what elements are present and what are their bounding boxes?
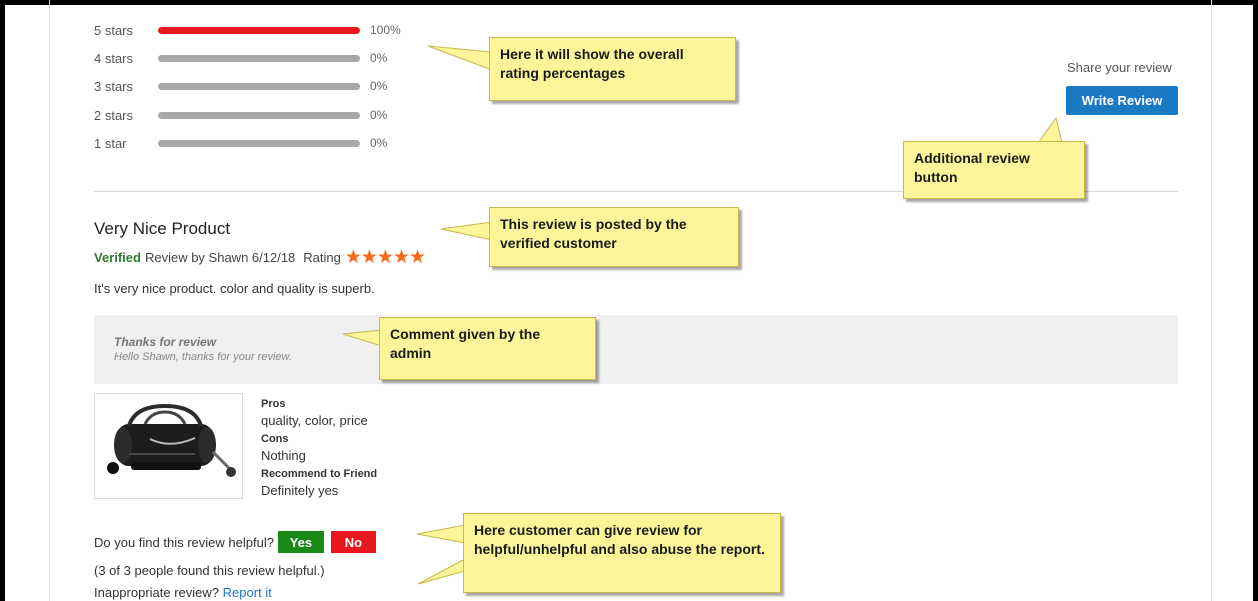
- content-boundary-right: [1211, 0, 1212, 601]
- helpful-no-button[interactable]: No: [330, 531, 376, 553]
- pros-value: quality, color, price: [261, 413, 368, 428]
- rating-row-1: 1 star 0%: [94, 134, 387, 152]
- rating-bar: [158, 111, 360, 119]
- rating-row-percent: 0%: [370, 79, 388, 93]
- rating-row-percent: 100%: [370, 23, 401, 37]
- rating-row-label: 2 stars: [94, 107, 134, 123]
- rating-bar: [158, 54, 360, 62]
- helpful-yes-button[interactable]: Yes: [277, 531, 324, 553]
- rating-row-percent: 0%: [370, 108, 388, 122]
- admin-comment-text: Hello Shawn, thanks for your review.: [114, 351, 292, 363]
- rating-row-4: 4 stars 0%: [94, 49, 387, 67]
- rating-row-2: 2 stars 0%: [94, 106, 387, 124]
- report-prompt: Inappropriate review?: [94, 585, 220, 600]
- rating-bar: [158, 82, 360, 90]
- share-review-label: Share your review: [1067, 60, 1172, 75]
- verified-badge: Verified: [94, 250, 141, 265]
- write-review-button[interactable]: Write Review: [1066, 86, 1178, 115]
- admin-comment-box: Thanks for review Hello Shawn, thanks fo…: [94, 315, 1178, 384]
- recommend-label: Recommend to Friend: [261, 468, 378, 480]
- helpful-question: Do you find this review helpful?: [94, 534, 274, 550]
- callout-admin-comment: Comment given by the admin: [379, 317, 596, 380]
- helpful-row: Do you find this review helpful? Yes No: [94, 531, 376, 553]
- callout-verified-customer: This review is posted by the verified cu…: [489, 207, 739, 267]
- rating-row-5: 5 stars 100%: [94, 21, 401, 39]
- cons-value: Nothing: [261, 448, 306, 463]
- pros-label: Pros: [261, 398, 286, 410]
- admin-comment-title: Thanks for review: [114, 335, 217, 349]
- rating-row-percent: 0%: [370, 136, 388, 150]
- recommend-value: Definitely yes: [261, 483, 339, 498]
- callout-additional-review-button: Additional review button: [903, 141, 1085, 199]
- rating-bar: [158, 26, 360, 34]
- review-text: It's very nice product. color and qualit…: [94, 281, 375, 296]
- report-row: Inappropriate review? Report it: [94, 585, 272, 600]
- callout-rating-percentages: Here it will show the overall rating per…: [489, 37, 736, 101]
- rating-row-label: 1 star: [94, 135, 127, 151]
- rating-bar-fill: [158, 26, 360, 34]
- helpful-count: (3 of 3 people found this review helpful…: [94, 563, 325, 578]
- review-title: Very Nice Product: [94, 219, 231, 238]
- rating-row-percent: 0%: [370, 51, 388, 65]
- cons-label: Cons: [261, 433, 289, 445]
- rating-row-label: 3 stars: [94, 78, 134, 94]
- review-byline: Review by Shawn 6/12/18: [144, 250, 296, 265]
- rating-row-label: 4 stars: [94, 50, 134, 66]
- callout-helpful-report: Here customer can give review for helpfu…: [463, 513, 781, 593]
- rating-row-3: 3 stars 0%: [94, 77, 387, 95]
- rating-label: Rating: [303, 250, 341, 265]
- rating-bar: [158, 139, 360, 147]
- star-rating-icon: ★★★★★: [344, 247, 426, 268]
- report-link[interactable]: Report it: [223, 585, 272, 600]
- duffel-bag-icon: [94, 393, 243, 499]
- review-details: Pros quality, color, price Cons Nothing …: [261, 397, 377, 502]
- content-boundary-left: [49, 0, 50, 601]
- rating-row-label: 5 stars: [94, 22, 134, 38]
- review-meta: Verified Review by Shawn 6/12/18 Rating …: [94, 246, 426, 269]
